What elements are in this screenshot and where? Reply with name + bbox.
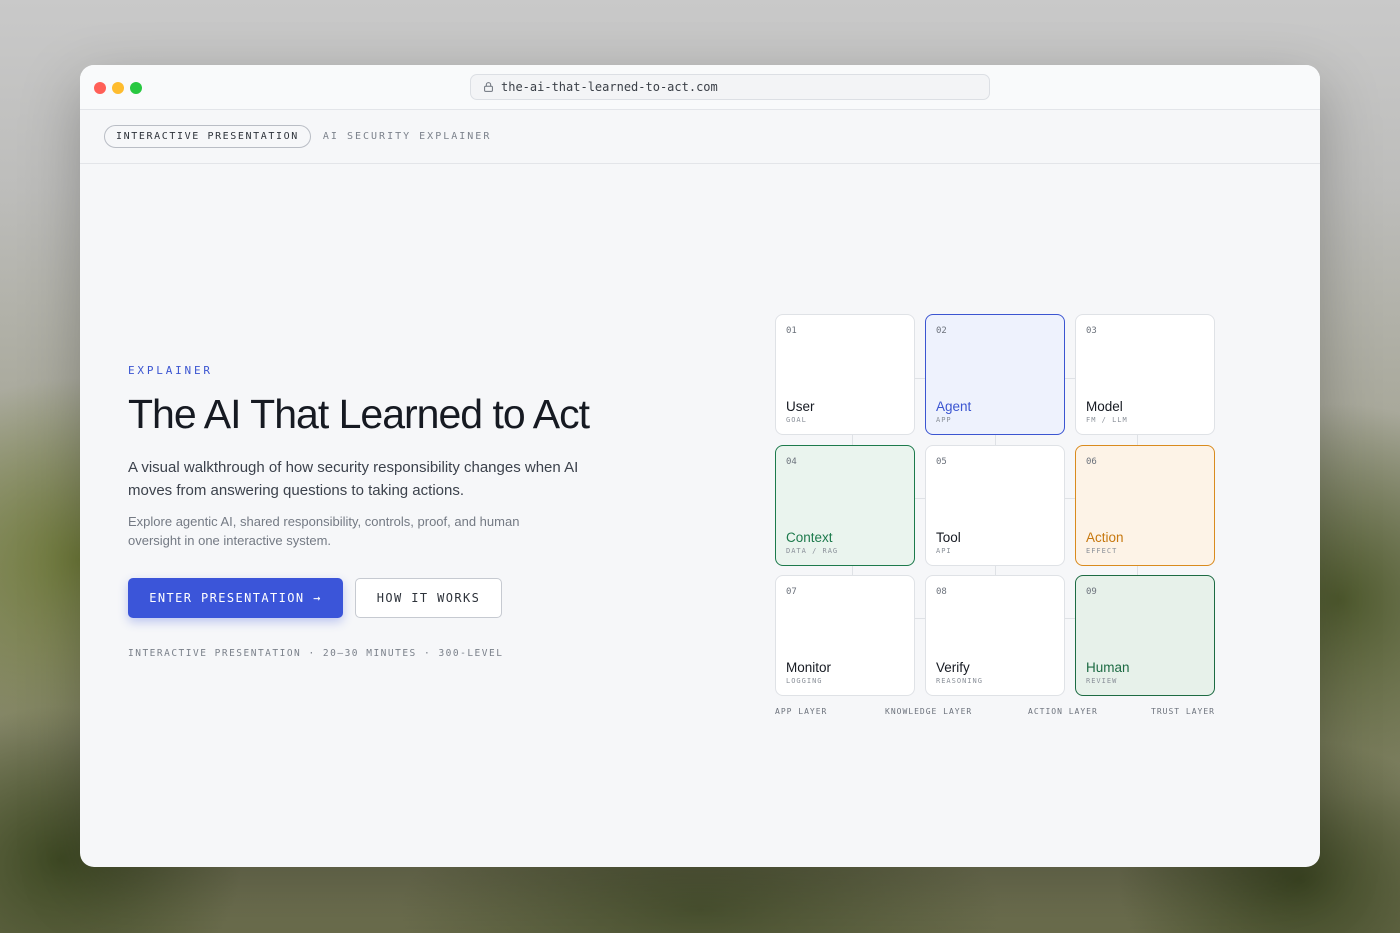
cell-name: Verify: [936, 660, 970, 675]
maximize-window-button[interactable]: [130, 82, 142, 94]
header-subtitle: AI SECURITY EXPLAINER: [322, 131, 492, 142]
cell-tag: FM / LLM: [1086, 416, 1128, 424]
cell-tag: REVIEW: [1086, 677, 1118, 685]
layer-label-action: ACTION LAYER: [1028, 707, 1098, 716]
grid-connector: [915, 378, 925, 379]
cell-name: Model: [1086, 399, 1123, 414]
lock-icon: [484, 82, 493, 92]
grid-connector: [995, 435, 996, 445]
how-it-works-button[interactable]: HOW IT WORKS: [355, 578, 502, 618]
grid-cell-context[interactable]: 04 Context DATA / RAG: [775, 445, 915, 566]
browser-titlebar: the-ai-that-learned-to-act.com: [80, 65, 1320, 110]
cell-tag: APP: [936, 416, 952, 424]
cell-name: Monitor: [786, 660, 832, 675]
cell-name: Action: [1086, 530, 1124, 545]
hero-description: Explore agentic AI, shared responsibilit…: [128, 514, 520, 548]
cell-number: 07: [786, 587, 797, 597]
grid-connector: [1065, 498, 1075, 499]
cell-number: 06: [1086, 457, 1097, 467]
app-header: INTERACTIVE PRESENTATION AI SECURITY EXP…: [80, 110, 1320, 164]
cell-name: User: [786, 399, 815, 414]
grid-cell-action[interactable]: 06 Action EFFECT: [1075, 445, 1215, 566]
address-bar[interactable]: the-ai-that-learned-to-act.com: [470, 74, 990, 100]
grid-cell-tool[interactable]: 05 Tool API: [925, 445, 1065, 566]
hero-eyebrow: EXPLAINER: [128, 364, 213, 377]
close-window-button[interactable]: [94, 82, 106, 94]
grid-connector: [1137, 435, 1138, 445]
presentation-meta: INTERACTIVE PRESENTATION · 20–30 MINUTES…: [128, 648, 504, 659]
grid-cell-monitor[interactable]: 07 Monitor LOGGING: [775, 575, 915, 696]
grid-connector: [995, 565, 996, 575]
cell-name: Agent: [936, 399, 972, 414]
enter-presentation-button[interactable]: ENTER PRESENTATION →: [128, 578, 343, 618]
cell-number: 09: [1086, 587, 1097, 597]
grid-connector: [852, 565, 853, 575]
cell-tag: GOAL: [786, 416, 807, 424]
cell-number: 05: [936, 457, 947, 467]
cell-name: Human: [1086, 660, 1130, 675]
cell-tag: DATA / RAG: [786, 547, 839, 555]
cell-number: 04: [786, 457, 797, 467]
grid-connector: [852, 435, 853, 445]
grid-connector: [915, 498, 925, 499]
hero-lead: A visual walkthrough of how security res…: [128, 459, 579, 499]
layer-label-trust: TRUST LAYER: [1151, 707, 1215, 716]
cell-name: Context: [786, 530, 833, 545]
cell-tag: LOGGING: [786, 677, 823, 685]
grid-connector: [1137, 565, 1138, 575]
hero-section: EXPLAINER The AI That Learned to Act A v…: [128, 364, 608, 659]
page-title: The AI That Learned to Act: [128, 391, 590, 437]
cell-number: 08: [936, 587, 947, 597]
layer-label-knowledge: KNOWLEDGE LAYER: [885, 707, 973, 716]
cell-tag: EFFECT: [1086, 547, 1118, 555]
cell-name: Tool: [936, 530, 961, 545]
grid-connector: [1065, 378, 1075, 379]
layer-label-app: APP LAYER: [775, 707, 828, 716]
grid-connector: [1065, 618, 1075, 619]
architecture-grid: 01 User GOAL 02 Agent APP 03 Model FM / …: [775, 314, 1215, 696]
cell-number: 03: [1086, 326, 1097, 336]
cell-tag: REASONING: [936, 677, 983, 685]
minimize-window-button[interactable]: [112, 82, 124, 94]
grid-connector: [915, 618, 925, 619]
grid-cell-verify[interactable]: 08 Verify REASONING: [925, 575, 1065, 696]
url-text: the-ai-that-learned-to-act.com: [501, 80, 718, 94]
presentation-pill: INTERACTIVE PRESENTATION: [104, 125, 311, 148]
grid-cell-user[interactable]: 01 User GOAL: [775, 314, 915, 435]
main-content: EXPLAINER The AI That Learned to Act A v…: [80, 164, 1320, 867]
grid-cell-model[interactable]: 03 Model FM / LLM: [1075, 314, 1215, 435]
hero-buttons: ENTER PRESENTATION → HOW IT WORKS: [128, 578, 608, 618]
cell-number: 01: [786, 326, 797, 336]
grid-cell-agent[interactable]: 02 Agent APP: [925, 314, 1065, 435]
browser-window: the-ai-that-learned-to-act.com INTERACTI…: [80, 65, 1320, 867]
grid-cell-human[interactable]: 09 Human REVIEW: [1075, 575, 1215, 696]
cell-tag: API: [936, 547, 952, 555]
cell-number: 02: [936, 326, 947, 336]
